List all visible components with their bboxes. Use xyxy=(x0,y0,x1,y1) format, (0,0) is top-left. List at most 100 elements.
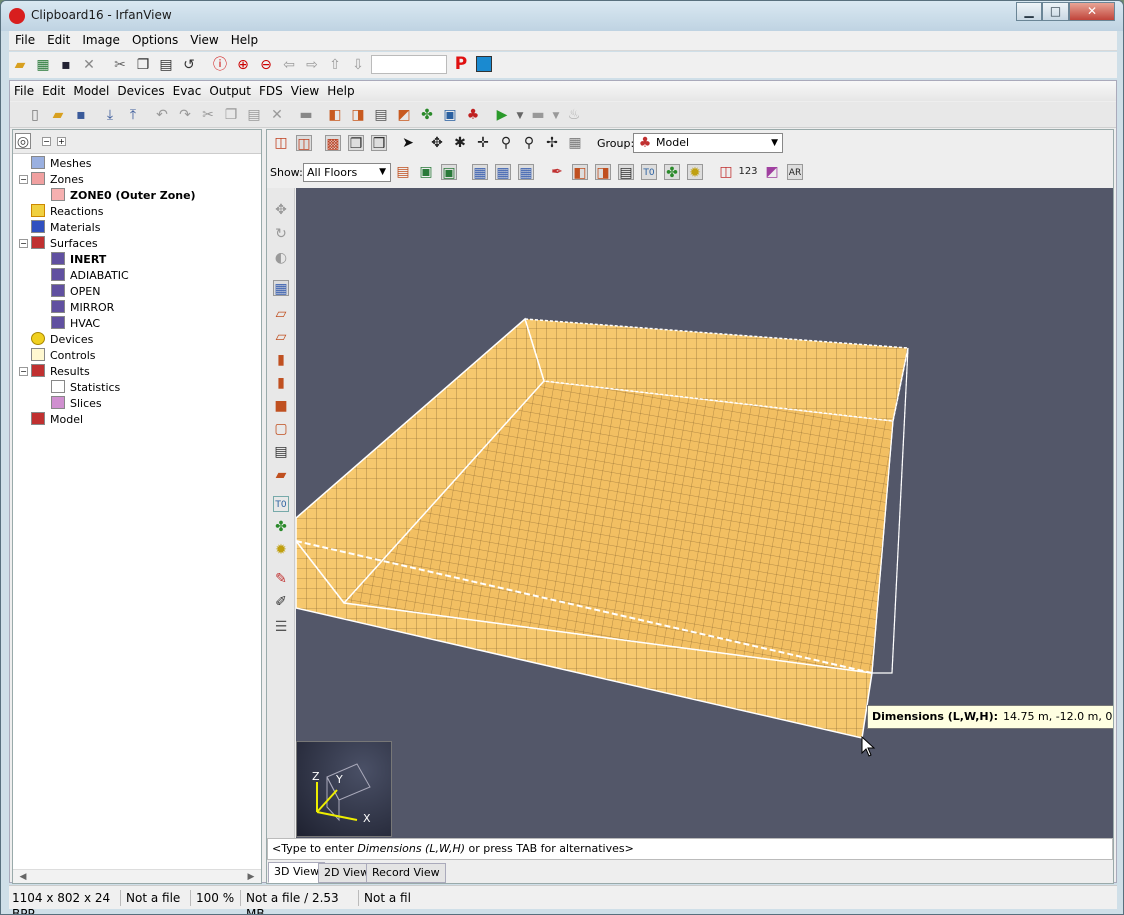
tree-controls[interactable]: Controls xyxy=(31,348,96,364)
menu-help[interactable]: Help xyxy=(225,31,264,49)
draw-block-icon[interactable]: ■ xyxy=(273,398,289,414)
open-file-icon[interactable]: ▰ xyxy=(50,107,66,123)
collapse-all-icon[interactable]: − xyxy=(42,137,51,146)
perspective-icon[interactable]: ◫ xyxy=(273,135,289,151)
select-pointer-icon[interactable]: ➤ xyxy=(400,135,416,151)
info-icon[interactable]: ⓘ xyxy=(212,57,228,73)
tree-surfaces[interactable]: Surfaces xyxy=(31,236,98,252)
pan-icon[interactable]: ✛ xyxy=(475,135,491,151)
show-holes-icon[interactable]: ◨ xyxy=(595,164,611,181)
menu-file[interactable]: File xyxy=(9,31,41,49)
show-walls-icon[interactable]: ▩ xyxy=(325,135,341,152)
show-ar-icon[interactable]: AR xyxy=(787,164,803,180)
draw-slab2-icon[interactable]: ▱ xyxy=(273,329,289,345)
reset-view-icon[interactable]: ▦ xyxy=(567,135,583,151)
draw-wall2-icon[interactable]: ▮ xyxy=(273,375,289,391)
tree-surface-adiabatic[interactable]: ADIABATIC xyxy=(51,268,129,284)
zoom-box-icon[interactable]: ⚲ xyxy=(521,135,537,151)
smokeview-icon[interactable]: ♨ xyxy=(566,107,582,123)
pmenu-view[interactable]: View xyxy=(287,81,323,98)
tree-zone0[interactable]: ZONE0 (Outer Zone) xyxy=(51,188,196,204)
run-icon[interactable]: ▶ xyxy=(494,107,510,123)
draw-slab-icon[interactable]: ▱ xyxy=(273,306,289,322)
show-mesh-outline-icon[interactable]: ▦ xyxy=(495,164,511,181)
next-icon[interactable]: ⇨ xyxy=(304,57,320,73)
undo-icon[interactable]: ↶ xyxy=(154,107,170,123)
tree-reactions[interactable]: Reactions xyxy=(31,204,104,220)
new-obstruction-icon[interactable]: ◧ xyxy=(327,107,343,123)
pmenu-output[interactable]: Output xyxy=(205,81,255,98)
open-folder-icon[interactable]: ▰ xyxy=(12,57,28,73)
show-slices-icon[interactable]: ◩ xyxy=(764,164,780,180)
new-text-icon[interactable]: ▣ xyxy=(442,107,458,123)
expand-all-icon[interactable]: + xyxy=(57,137,66,146)
tab-3d-view[interactable]: 3D View xyxy=(268,862,326,883)
floor-select[interactable]: All Floors ▼ xyxy=(303,163,391,182)
previous-icon[interactable]: ⇦ xyxy=(281,57,297,73)
paste-icon[interactable]: ▤ xyxy=(246,107,262,123)
tree-filter-icon[interactable]: ◎ xyxy=(15,133,31,150)
save-icon[interactable]: ▪ xyxy=(58,57,74,73)
menu-view[interactable]: View xyxy=(184,31,224,49)
background-image-icon[interactable]: ▣ xyxy=(418,164,434,180)
slideshow-icon[interactable]: ▦ xyxy=(35,57,51,73)
cut-icon[interactable]: ✂ xyxy=(200,107,216,123)
menu-edit[interactable]: Edit xyxy=(41,31,76,49)
tab-record-view[interactable]: Record View xyxy=(366,863,446,883)
eyedropper-icon[interactable]: ✐ xyxy=(273,594,289,610)
record-dropdown-icon[interactable]: ▼ xyxy=(548,108,564,124)
color-picker-icon[interactable]: ✒ xyxy=(549,164,565,180)
show-vents-icon[interactable]: ▤ xyxy=(618,164,634,181)
tree-surface-inert[interactable]: INERT xyxy=(51,252,106,268)
tree-materials[interactable]: Materials xyxy=(31,220,100,236)
delete-icon[interactable]: ✕ xyxy=(269,107,285,123)
export-icon[interactable]: ⤒ xyxy=(125,107,141,123)
minimize-button[interactable]: ▁ xyxy=(1016,2,1042,21)
show-obstructions-icon[interactable]: ◧ xyxy=(572,164,588,181)
group-select[interactable]: ♣ Model ▼ xyxy=(633,133,783,153)
draw-device-icon[interactable]: ✤ xyxy=(273,519,289,535)
properties-icon[interactable]: ☰ xyxy=(273,619,289,635)
print-p-icon[interactable]: P xyxy=(453,56,469,73)
undo-icon[interactable]: ↺ xyxy=(181,57,197,73)
new-hole-icon[interactable]: ◨ xyxy=(350,107,366,123)
new-group-icon[interactable]: ♣ xyxy=(465,107,481,123)
tree-results[interactable]: Results xyxy=(31,364,90,380)
import-icon[interactable]: ⤓ xyxy=(102,107,118,123)
tree-surface-hvac[interactable]: HVAC xyxy=(51,316,100,332)
draw-wall-icon[interactable]: ▮ xyxy=(273,352,289,368)
show-text-icon[interactable]: T0 xyxy=(641,164,657,180)
last-icon[interactable]: ⇩ xyxy=(350,57,366,73)
copy-icon[interactable]: ❐ xyxy=(223,107,239,123)
scroll-right-icon[interactable]: ▶ xyxy=(243,869,259,885)
menu-options[interactable]: Options xyxy=(126,31,184,49)
floors-icon[interactable]: ▤ xyxy=(395,164,411,180)
show-zones-icon[interactable]: ◫ xyxy=(718,164,734,180)
pmenu-model[interactable]: Model xyxy=(69,81,113,98)
draw-slab3-icon[interactable]: ▰ xyxy=(273,467,289,483)
first-icon[interactable]: ⇧ xyxy=(327,57,343,73)
show-image-icon[interactable]: ▣ xyxy=(441,164,457,181)
tree-devices[interactable]: Devices xyxy=(31,332,93,348)
tree-model[interactable]: Model xyxy=(31,412,83,428)
zoom-icon[interactable]: ⚲ xyxy=(498,135,514,151)
run-dropdown-icon[interactable]: ▼ xyxy=(512,108,528,124)
draw-mesh-icon[interactable]: ▦ xyxy=(273,280,289,297)
pmenu-devices[interactable]: Devices xyxy=(113,81,168,98)
show-devices-icon[interactable]: ✤ xyxy=(664,164,680,181)
new-vent-icon[interactable]: ▤ xyxy=(373,107,389,123)
zoom-out-icon[interactable]: ⊖ xyxy=(258,57,274,73)
show-sprinklers-icon[interactable]: ✹ xyxy=(687,164,703,181)
save-file-icon[interactable]: ▪ xyxy=(73,107,89,123)
new-file-icon[interactable]: ▯ xyxy=(27,107,43,123)
surfaces-toggle[interactable]: − xyxy=(19,239,28,248)
show-grid-icon[interactable]: ▦ xyxy=(518,164,534,181)
cut-icon[interactable]: ✂ xyxy=(112,57,128,73)
redo-icon[interactable]: ↷ xyxy=(177,107,193,123)
draw-room-icon[interactable]: ▢ xyxy=(273,421,289,437)
draw-vent-icon[interactable]: ▤ xyxy=(273,444,289,460)
show-meshes-icon[interactable]: ▦ xyxy=(472,164,488,181)
mirror-tool-icon[interactable]: ◐ xyxy=(273,250,289,266)
zones-toggle[interactable]: − xyxy=(19,175,28,184)
walk-icon[interactable]: ✱ xyxy=(452,135,468,151)
